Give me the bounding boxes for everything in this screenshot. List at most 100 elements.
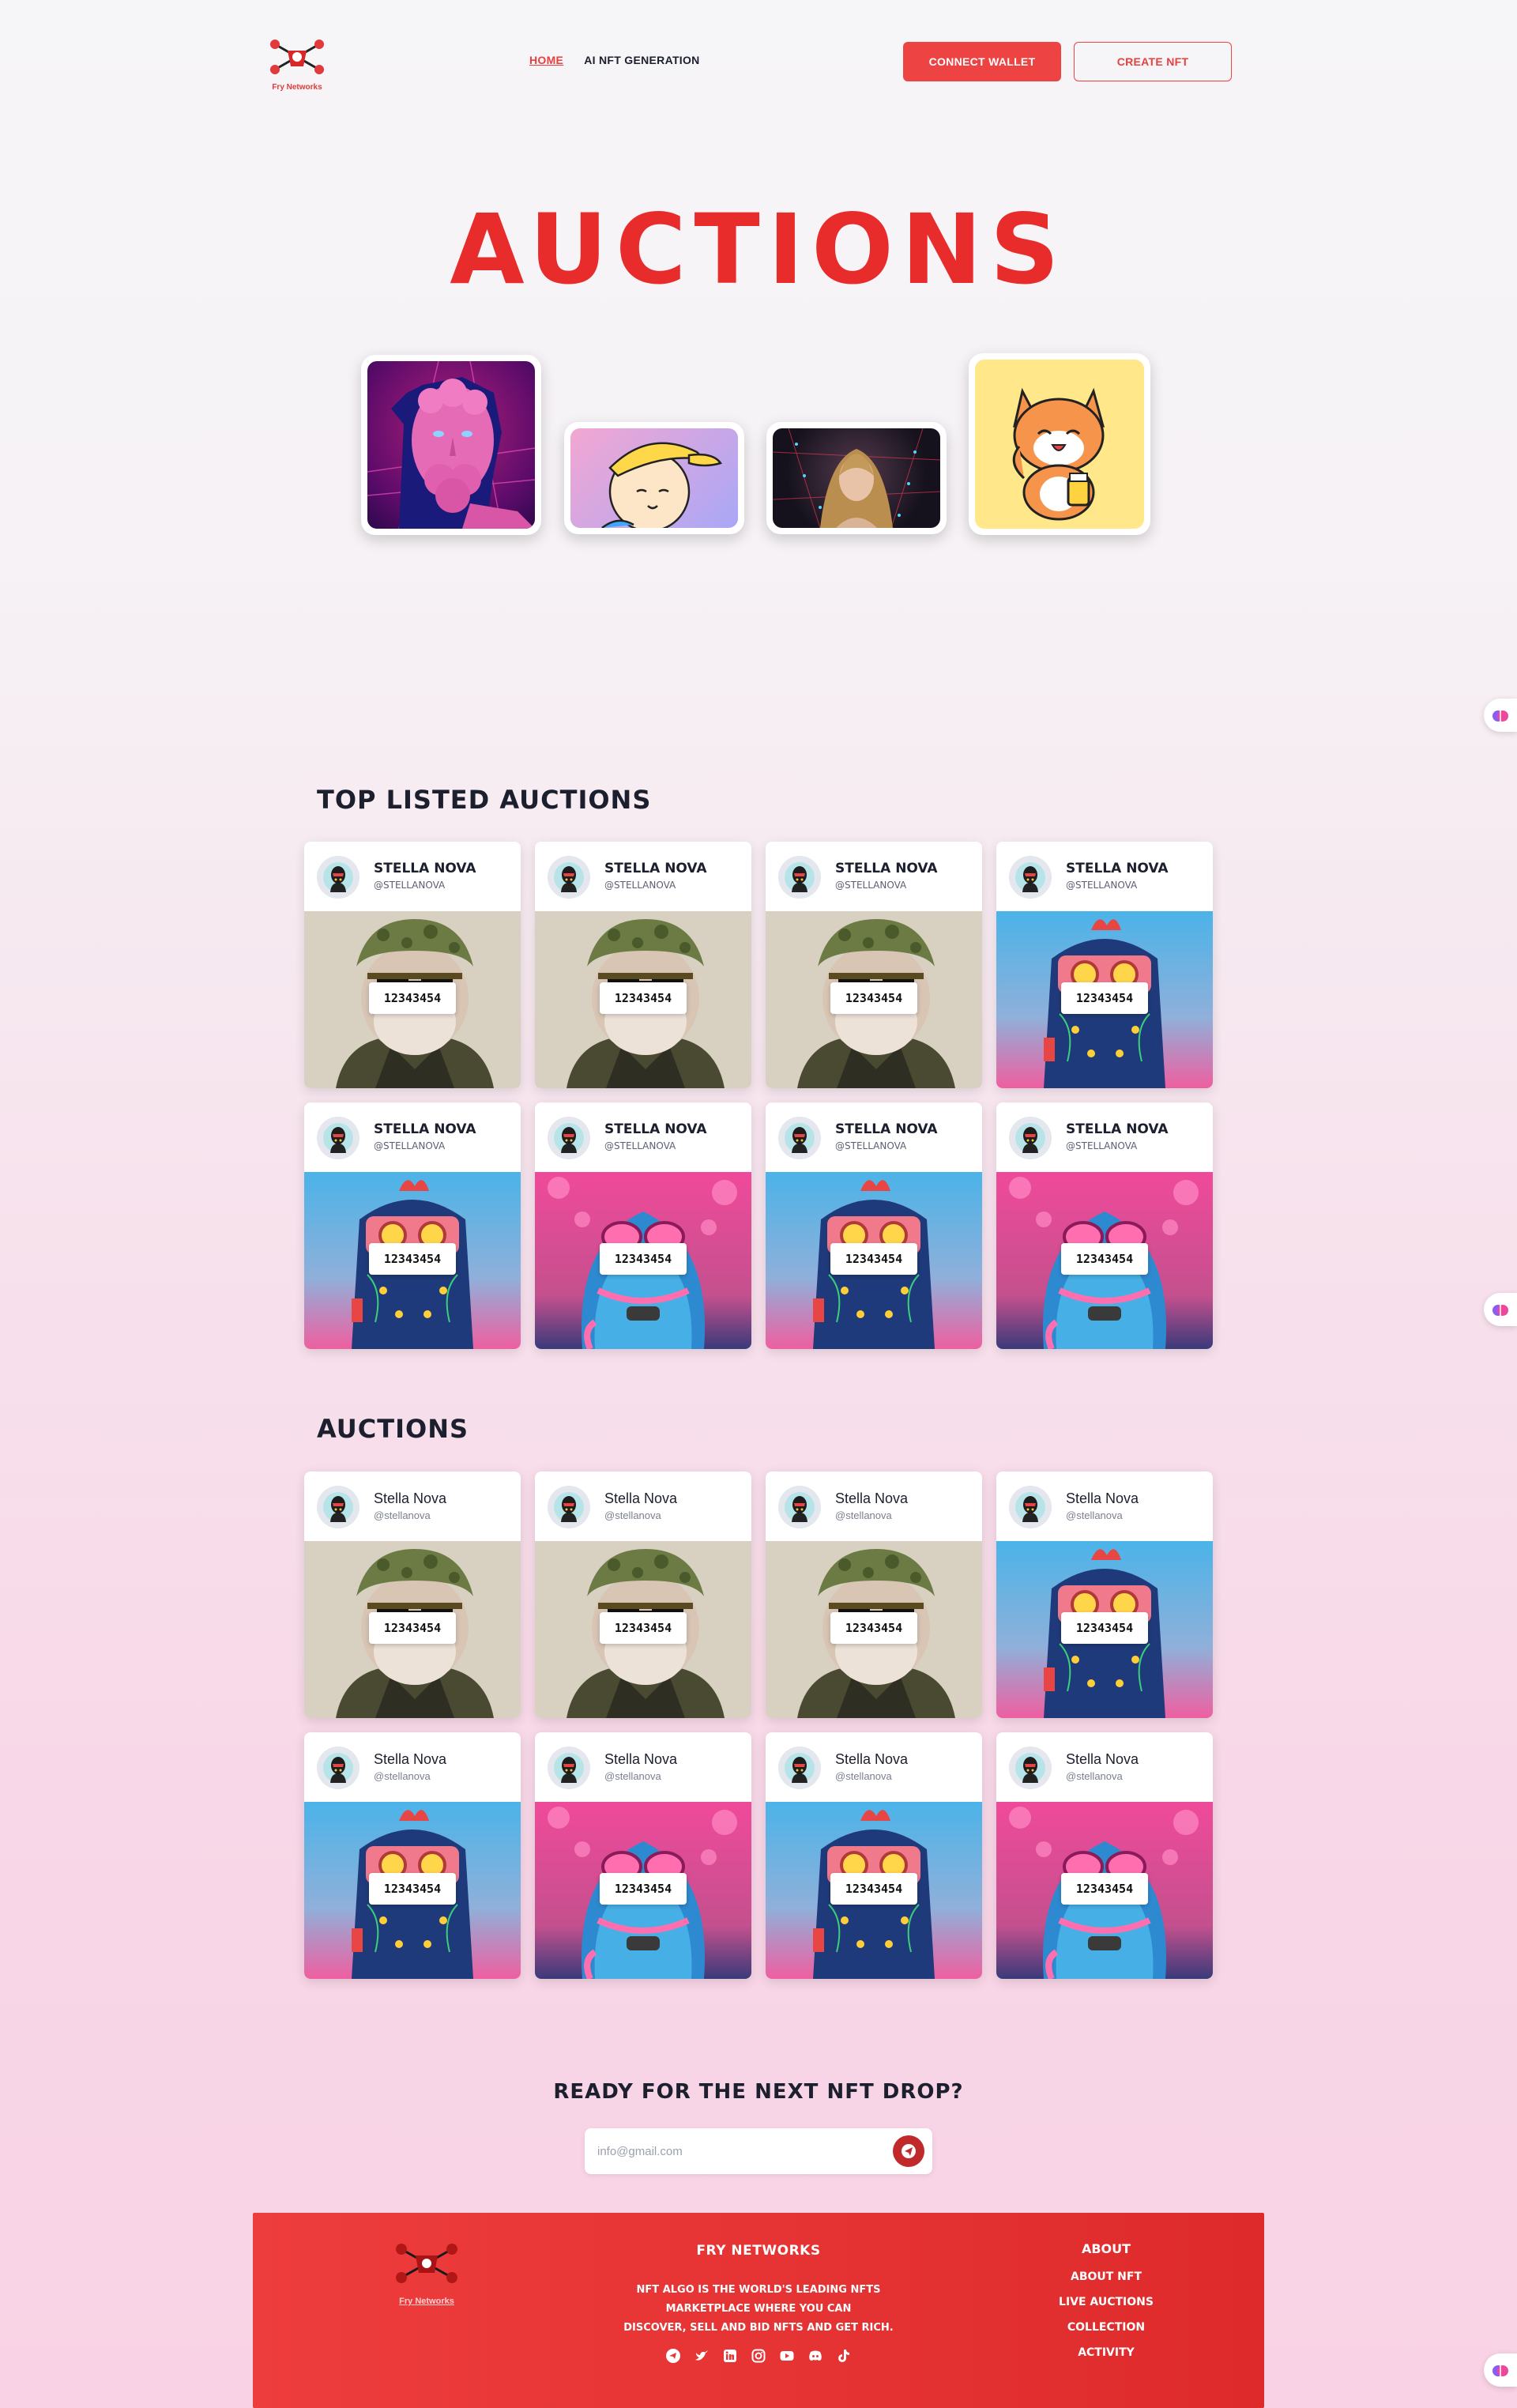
creator-name[interactable]: Stella Nova: [1066, 1490, 1139, 1507]
newsletter-send-button[interactable]: [893, 2135, 924, 2167]
floating-widget-button[interactable]: [1484, 2353, 1517, 2387]
nft-card[interactable]: STELLA NOVA @STELLANOVA 12343454: [304, 842, 521, 1088]
creator-name[interactable]: Stella Nova: [604, 1751, 677, 1768]
nft-card[interactable]: STELLA NOVA @STELLANOVA 12343454: [766, 1102, 982, 1349]
nft-card[interactable]: Stella Nova @stellanova 12343454: [766, 1472, 982, 1718]
nft-image[interactable]: 12343454: [304, 1802, 521, 1979]
creator-name[interactable]: STELLA NOVA: [1066, 1121, 1169, 1137]
footer-link-collection[interactable]: COLLECTION: [1043, 2321, 1169, 2334]
nft-image[interactable]: 12343454: [996, 1802, 1213, 1979]
discord-icon[interactable]: [808, 2349, 822, 2363]
avatar[interactable]: [778, 1747, 821, 1789]
nft-card[interactable]: STELLA NOVA @STELLANOVA 12343454: [535, 842, 751, 1088]
avatar[interactable]: [778, 856, 821, 899]
nft-image[interactable]: 12343454: [535, 1802, 751, 1979]
nav-ai-nft-generation[interactable]: AI NFT GENERATION: [584, 54, 699, 66]
nft-card[interactable]: STELLA NOVA @STELLANOVA 12343454: [996, 842, 1213, 1088]
nft-card[interactable]: Stella Nova @stellanova 12343454: [996, 1732, 1213, 1979]
nft-card[interactable]: Stella Nova @stellanova 12343454: [304, 1732, 521, 1979]
avatar[interactable]: [548, 1486, 590, 1528]
nft-image[interactable]: 12343454: [304, 1541, 521, 1718]
nft-card[interactable]: STELLA NOVA @STELLANOVA 12343454: [766, 842, 982, 1088]
creator-name[interactable]: STELLA NOVA: [835, 1121, 938, 1137]
nft-card[interactable]: Stella Nova @stellanova 12343454: [996, 1472, 1213, 1718]
card-header: Stella Nova @stellanova: [535, 1472, 751, 1541]
nft-image[interactable]: 12343454: [766, 911, 982, 1088]
price-tag: 12343454: [369, 982, 456, 1014]
footer-link-activity[interactable]: ACTIVITY: [1043, 2346, 1169, 2359]
avatar[interactable]: [1009, 1117, 1052, 1159]
nft-card[interactable]: Stella Nova @stellanova 12343454: [535, 1732, 751, 1979]
page-title: AUCTIONS: [450, 194, 1067, 306]
nft-card[interactable]: Stella Nova @stellanova 12343454: [535, 1472, 751, 1718]
nft-image[interactable]: 12343454: [535, 1541, 751, 1718]
hero-image-cat[interactable]: [969, 353, 1150, 535]
avatar[interactable]: [548, 1747, 590, 1789]
avatar[interactable]: [778, 1486, 821, 1528]
creator-name[interactable]: Stella Nova: [1066, 1751, 1139, 1768]
card-header: STELLA NOVA @STELLANOVA: [766, 842, 982, 911]
avatar[interactable]: [548, 1117, 590, 1159]
floating-widget-button[interactable]: [1484, 1293, 1517, 1326]
floating-widget-button[interactable]: [1484, 699, 1517, 732]
avatar[interactable]: [317, 1117, 359, 1159]
avatar[interactable]: [317, 1747, 359, 1789]
nav-home[interactable]: HOME: [529, 54, 563, 66]
creator-name[interactable]: STELLA NOVA: [604, 1121, 707, 1137]
creator-handle: @STELLANOVA: [604, 880, 676, 891]
card-header: STELLA NOVA @STELLANOVA: [996, 842, 1213, 911]
footer-link-about-nft[interactable]: ABOUT NFT: [1043, 2270, 1169, 2283]
avatar[interactable]: [778, 1117, 821, 1159]
linkedin-icon[interactable]: [723, 2349, 737, 2363]
nft-image[interactable]: 12343454: [304, 1172, 521, 1349]
card-header: STELLA NOVA @STELLANOVA: [766, 1102, 982, 1172]
create-nft-button[interactable]: CREATE NFT: [1074, 42, 1232, 81]
avatar[interactable]: [1009, 1486, 1052, 1528]
creator-name[interactable]: STELLA NOVA: [374, 1121, 476, 1137]
neon-woman-art: [773, 428, 940, 528]
creator-handle: @stellanova: [835, 1509, 892, 1521]
nft-image[interactable]: 12343454: [996, 911, 1213, 1088]
telegram-icon[interactable]: [666, 2349, 680, 2363]
hero-image-neon-woman[interactable]: [766, 422, 947, 534]
nft-card[interactable]: STELLA NOVA @STELLANOVA 12343454: [996, 1102, 1213, 1349]
newsletter-email-input[interactable]: [597, 2139, 866, 2163]
nft-image[interactable]: 12343454: [996, 1172, 1213, 1349]
creator-name[interactable]: STELLA NOVA: [374, 861, 476, 876]
avatar[interactable]: [548, 856, 590, 899]
nft-card[interactable]: STELLA NOVA @STELLANOVA 12343454: [304, 1102, 521, 1349]
tiktok-icon[interactable]: [837, 2349, 851, 2363]
creator-handle: @STELLANOVA: [1066, 880, 1138, 891]
connect-wallet-button[interactable]: CONNECT WALLET: [903, 42, 1061, 81]
nft-image[interactable]: 12343454: [535, 1172, 751, 1349]
twitter-icon[interactable]: [695, 2349, 709, 2363]
youtube-icon[interactable]: [780, 2349, 794, 2363]
instagram-icon[interactable]: [751, 2349, 766, 2363]
avatar[interactable]: [317, 856, 359, 899]
nft-card[interactable]: Stella Nova @stellanova 12343454: [304, 1472, 521, 1718]
footer-link-live-auctions[interactable]: LIVE AUCTIONS: [1043, 2296, 1169, 2308]
nft-image[interactable]: 12343454: [304, 911, 521, 1088]
creator-name[interactable]: STELLA NOVA: [604, 861, 707, 876]
nft-card[interactable]: STELLA NOVA @STELLANOVA 12343454: [535, 1102, 751, 1349]
nft-image[interactable]: 12343454: [766, 1802, 982, 1979]
creator-name[interactable]: Stella Nova: [374, 1490, 446, 1507]
nft-image[interactable]: 12343454: [535, 911, 751, 1088]
nft-card[interactable]: Stella Nova @stellanova 12343454: [766, 1732, 982, 1979]
nft-image[interactable]: 12343454: [766, 1541, 982, 1718]
nft-image[interactable]: 12343454: [766, 1172, 982, 1349]
creator-name[interactable]: Stella Nova: [604, 1490, 677, 1507]
auctions-title: AUCTIONS: [317, 1414, 469, 1444]
nft-image[interactable]: 12343454: [996, 1541, 1213, 1718]
creator-name[interactable]: Stella Nova: [374, 1751, 446, 1768]
avatar[interactable]: [1009, 856, 1052, 899]
creator-name[interactable]: Stella Nova: [835, 1490, 908, 1507]
creator-name[interactable]: Stella Nova: [835, 1751, 908, 1768]
avatar[interactable]: [1009, 1747, 1052, 1789]
avatar[interactable]: [317, 1486, 359, 1528]
hero-image-boy[interactable]: [564, 422, 744, 534]
creator-name[interactable]: STELLA NOVA: [1066, 861, 1169, 876]
creator-name[interactable]: STELLA NOVA: [835, 861, 938, 876]
hero-image-statue[interactable]: [361, 355, 541, 535]
fry-networks-logo[interactable]: Fry Networks: [267, 35, 327, 92]
